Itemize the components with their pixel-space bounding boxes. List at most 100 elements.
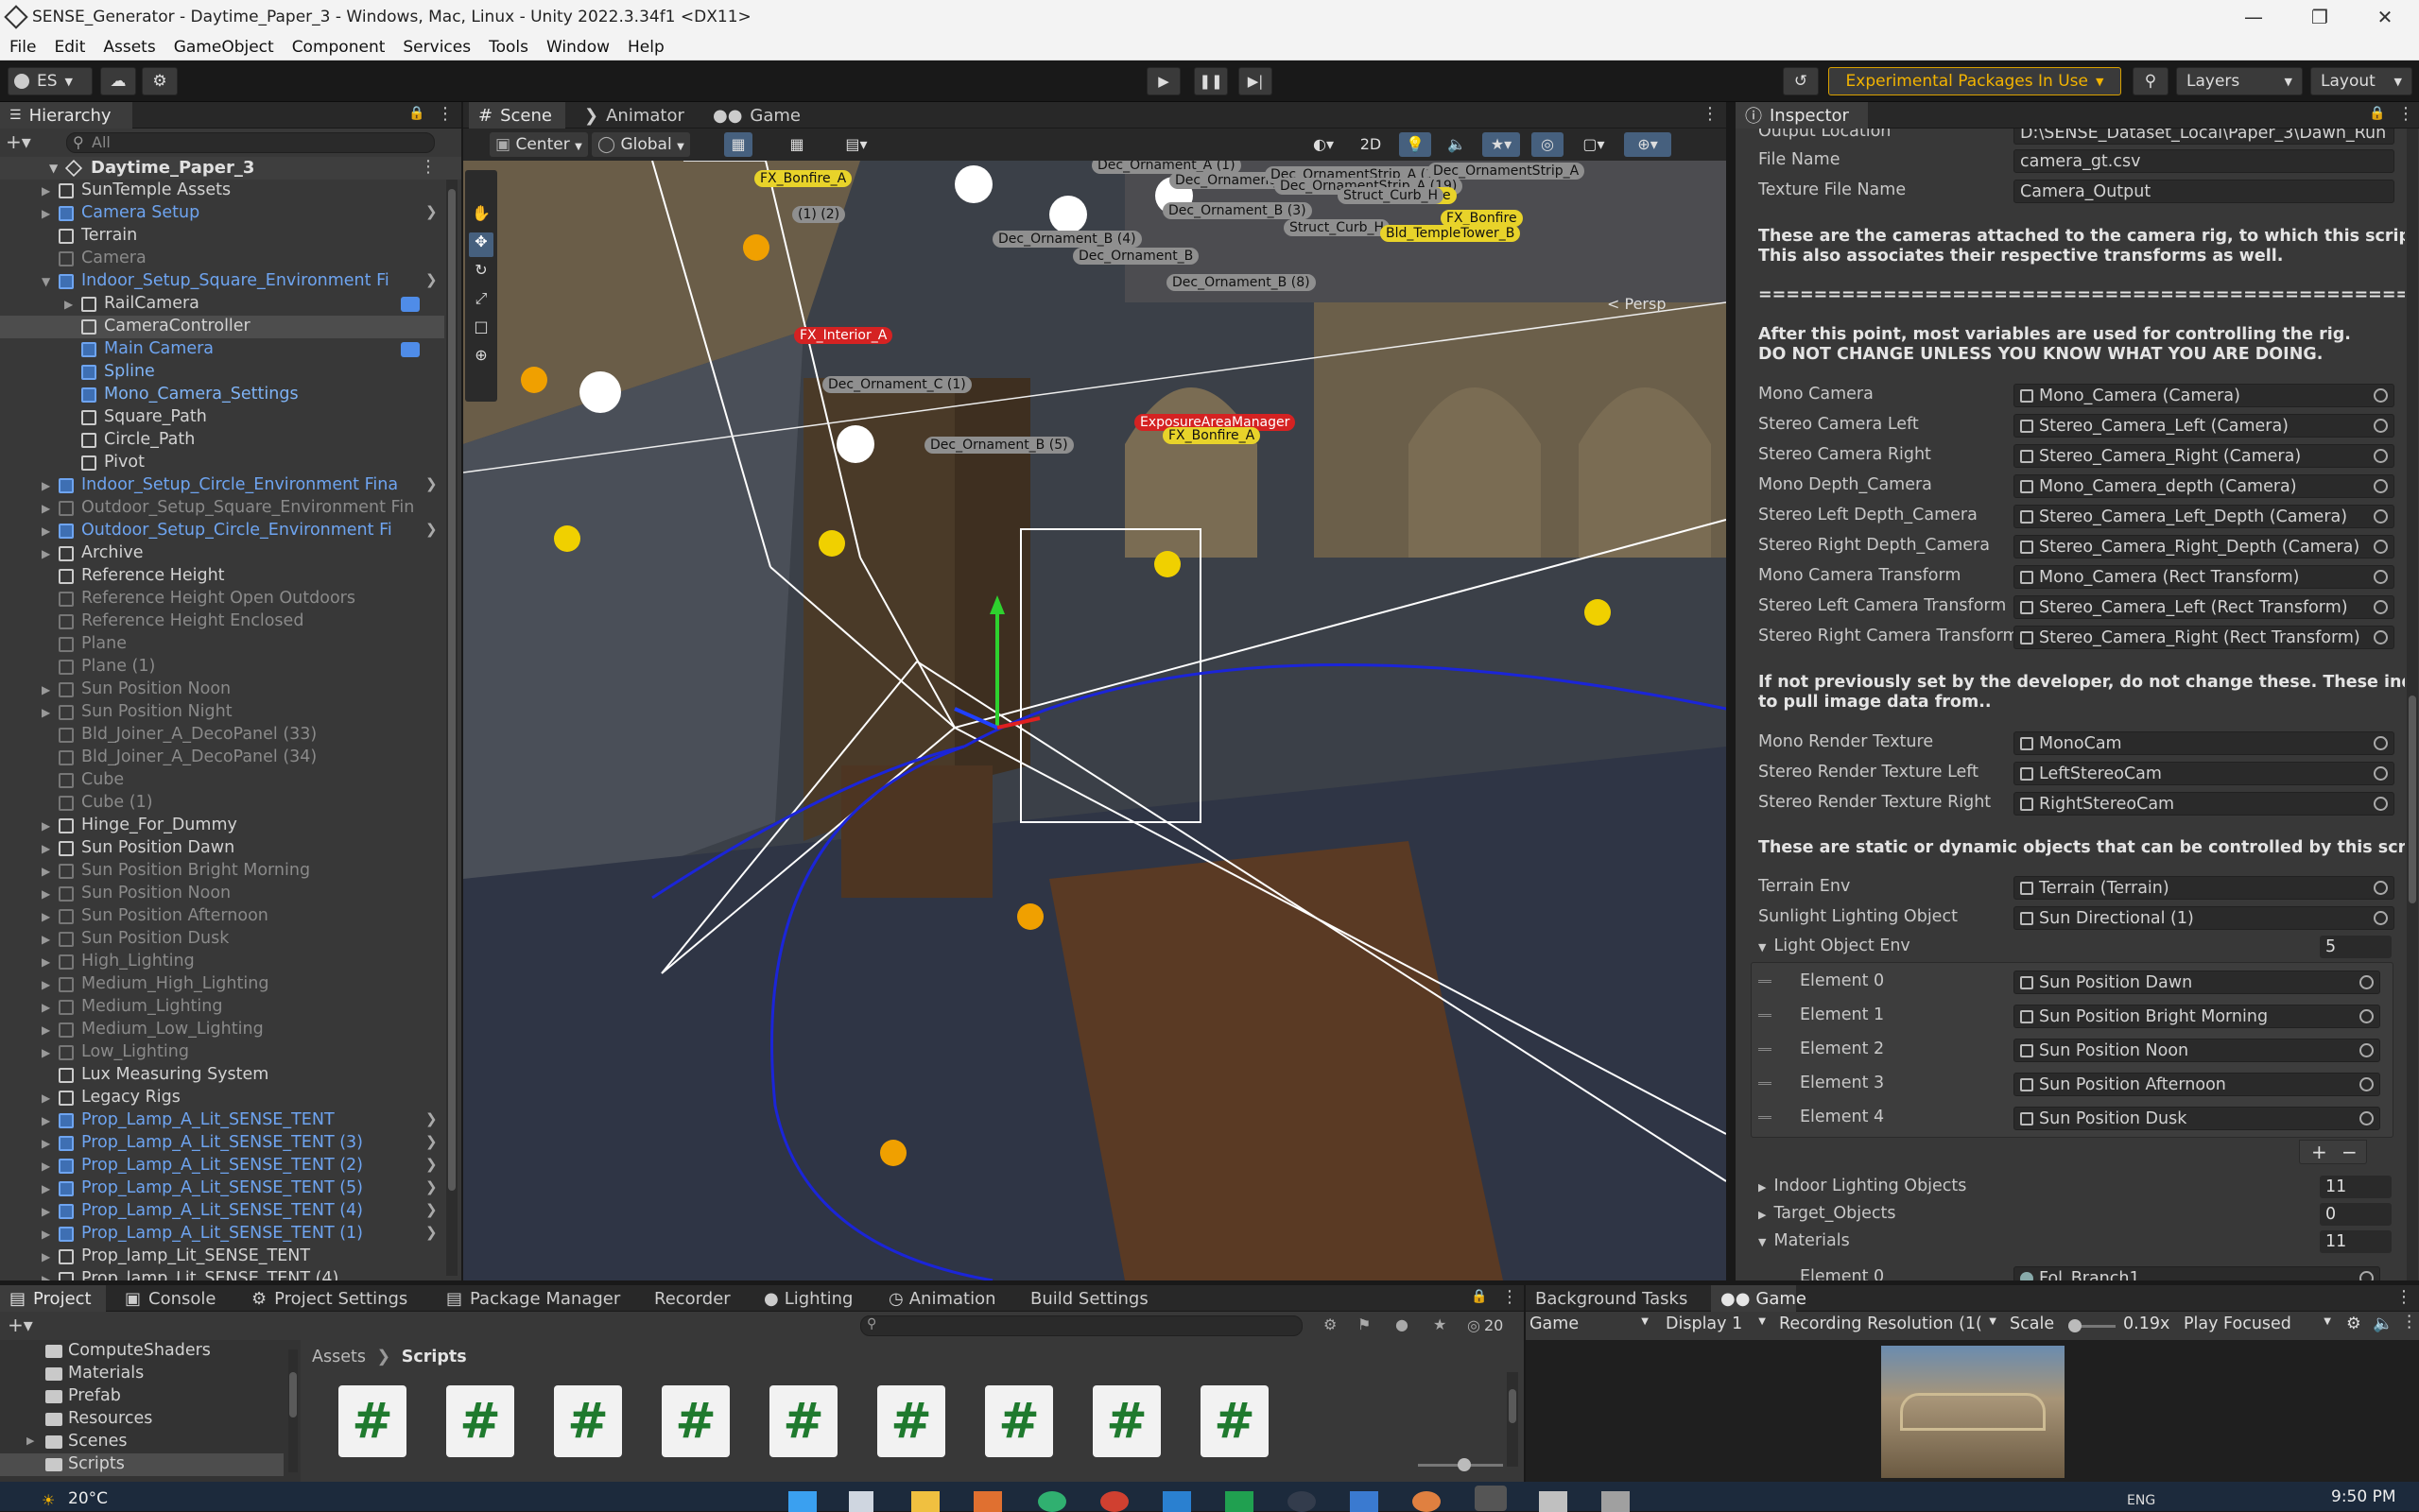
chevron-right-icon[interactable]: ❯ — [425, 521, 438, 538]
hierarchy-item[interactable]: ▶ Prop_Lamp_A_Lit_SENSE_TENT (3) ❯ — [0, 1132, 444, 1155]
arrow-right-icon[interactable]: ▶ — [42, 865, 50, 878]
inspector-scrollbar[interactable] — [2407, 129, 2418, 1280]
slider-thumb[interactable] — [2068, 1319, 2082, 1332]
arrow-right-icon[interactable]: ▶ — [42, 207, 50, 220]
hierarchy-item[interactable]: Plane — [0, 633, 444, 656]
hidden-count-icon[interactable]: ◎ 20 — [1467, 1316, 1503, 1334]
folder-tree-scrollbar[interactable] — [288, 1349, 298, 1472]
hierarchy-item[interactable]: ▶ Archive — [0, 542, 444, 565]
hierarchy-item[interactable]: ▶ Sun Position Night — [0, 701, 444, 724]
arrow-right-icon[interactable]: ▶ — [42, 1114, 50, 1127]
drag-handle-icon[interactable] — [1758, 1082, 1771, 1085]
chevron-right-icon[interactable]: ❯ — [425, 203, 438, 220]
grid-snap-button[interactable]: ▦ — [724, 132, 752, 157]
arrow-right-icon[interactable]: ▶ — [42, 1023, 50, 1037]
experimental-packages-button[interactable]: Experimental Packages In Use ▼ — [1828, 67, 2121, 95]
arrow-right-icon[interactable]: ▶ — [42, 502, 50, 515]
object-picker-icon[interactable] — [2374, 600, 2388, 614]
rotate-tool-icon[interactable]: ↻ — [469, 261, 493, 285]
menu-assets[interactable]: Assets — [103, 38, 155, 57]
menu-services[interactable]: Services — [403, 38, 471, 57]
scene-object-label[interactable]: FX_Bonfire_A — [754, 170, 853, 187]
gizmos-toggle-icon[interactable]: ⊕▾ — [1624, 132, 1671, 157]
csharp-script-icon[interactable]: # — [769, 1385, 838, 1457]
object-field[interactable]: Sun Position Noon — [2013, 1039, 2380, 1062]
object-field[interactable]: Stereo_Camera_Left (Rect Transform) — [2013, 595, 2394, 619]
arrow-down-icon[interactable]: ▼ — [42, 275, 50, 288]
minimize-button[interactable]: — — [2222, 0, 2285, 34]
favorite-star-icon[interactable]: ★ — [1433, 1315, 1446, 1333]
hierarchy-item[interactable]: Mono_Camera_Settings — [0, 384, 444, 406]
object-field[interactable]: Mono_Camera (Rect Transform) — [2013, 565, 2394, 589]
object-field[interactable]: Stereo_Camera_Left_Depth (Camera) — [2013, 505, 2394, 528]
menu-gameobject[interactable]: GameObject — [174, 38, 274, 57]
hierarchy-item[interactable]: Cube — [0, 769, 444, 792]
arrow-right-icon[interactable]: ▶ — [42, 479, 50, 492]
menu-tools[interactable]: Tools — [489, 38, 528, 57]
tab-console[interactable]: ▣ Console — [115, 1285, 227, 1312]
object-picker-icon[interactable] — [2374, 797, 2388, 811]
play-mode-dropdown[interactable]: Play Focused ▼ — [2184, 1314, 2335, 1337]
kebab-menu-icon[interactable]: ⋮ — [2397, 104, 2414, 124]
object-field[interactable]: Mono_Camera_depth (Camera) — [2013, 474, 2394, 498]
mute-audio-icon[interactable]: 🔈 — [2373, 1314, 2393, 1333]
persp-label[interactable]: < Persp — [1607, 295, 1666, 313]
arrow-right-icon[interactable]: ▶ — [42, 524, 50, 538]
tab-scene[interactable]: # Scene — [469, 102, 565, 129]
chevron-right-icon[interactable]: ❯ — [425, 1224, 438, 1241]
drag-handle-icon[interactable] — [1758, 1014, 1771, 1017]
object-picker-icon[interactable] — [2374, 736, 2388, 750]
scene-object-label[interactable]: Dec_Ornament_B — [1073, 248, 1200, 265]
object-field[interactable]: Sun Directional (1) — [2013, 906, 2394, 930]
menu-edit[interactable]: Edit — [54, 38, 85, 57]
array-size-field[interactable]: 0 — [2320, 1203, 2392, 1226]
system-clock[interactable]: 9:50 PM — [2331, 1487, 2396, 1506]
hierarchy-item[interactable]: ▶ Medium_Low_Lighting — [0, 1019, 444, 1041]
object-field[interactable]: Sun Position Bright Morning — [2013, 1005, 2380, 1028]
rect-tool-icon[interactable]: □ — [469, 318, 493, 342]
arrow-right-icon[interactable]: ▶ — [42, 1273, 50, 1280]
hierarchy-item[interactable]: ▶ Camera Setup ❯ — [0, 202, 444, 225]
scene-object-label[interactable]: Dec_OrnamentStrip_A — [1427, 163, 1585, 180]
scene-object-label[interactable]: Dec_Ornament_B (5) — [924, 437, 1074, 454]
object-picker-icon[interactable] — [2374, 419, 2388, 433]
scene-object-label[interactable]: Dec_Ornament_C (1) — [822, 376, 972, 393]
hierarchy-item[interactable]: ▶ Prop_Lamp_A_Lit_SENSE_TENT (1) ❯ — [0, 1223, 444, 1246]
scene-row[interactable]: ▼ Daytime_Paper_3 ⋮ — [0, 157, 461, 180]
hierarchy-item[interactable]: Camera — [0, 248, 444, 270]
arrow-right-icon[interactable]: ▶ — [42, 1001, 50, 1014]
account-dropdown[interactable]: ES ▼ — [8, 67, 93, 95]
hierarchy-item[interactable]: ▶ Prop_Lamp_A_Lit_SENSE_TENT (4) ❯ — [0, 1200, 444, 1223]
scale-slider[interactable] — [2068, 1319, 2116, 1332]
hierarchy-item[interactable]: ▼ Indoor_Setup_Square_Environment Fi ❯ — [0, 270, 444, 293]
folder-item[interactable]: ▶ Scenes — [0, 1431, 284, 1453]
csharp-script-icon[interactable]: # — [662, 1385, 730, 1457]
hierarchy-item[interactable]: Main Camera — [0, 338, 444, 361]
pause-button[interactable]: ❚❚ — [1194, 67, 1228, 95]
folder-item[interactable]: ComputeShaders — [0, 1340, 284, 1363]
kebab-menu-icon[interactable]: ⋮ — [2395, 1287, 2412, 1307]
arrow-right-icon[interactable]: ▶ — [42, 1137, 50, 1150]
hierarchy-item[interactable]: ▶ Medium_High_Lighting — [0, 973, 444, 996]
object-picker-icon[interactable] — [2359, 1009, 2374, 1023]
hierarchy-item[interactable]: Plane (1) — [0, 656, 444, 679]
object-field[interactable]: LeftStereoCam — [2013, 762, 2394, 785]
hierarchy-item[interactable]: ▶ Sun Position Dawn — [0, 837, 444, 860]
project-search-field[interactable]: ⚲ — [860, 1315, 1303, 1336]
csharp-script-icon[interactable]: # — [1093, 1385, 1161, 1457]
warning-filter-icon[interactable]: ● — [1395, 1315, 1408, 1333]
close-button[interactable]: ✕ — [2354, 0, 2416, 34]
tab-project[interactable]: ▤ Project — [0, 1285, 106, 1312]
folder-item[interactable]: Scripts — [0, 1453, 284, 1476]
csharp-script-icon[interactable]: # — [338, 1385, 406, 1457]
chevron-right-icon[interactable]: ❯ — [425, 1156, 438, 1173]
arrow-right-icon[interactable]: ▶ — [42, 1160, 50, 1173]
list-foldout[interactable]: ▼ Materials — [1758, 1231, 1850, 1250]
file-explorer-icon[interactable] — [911, 1491, 940, 1512]
object-picker-icon[interactable] — [2374, 766, 2388, 781]
lock-icon[interactable]: 🔒 — [2369, 106, 2385, 121]
breadcrumb-scripts[interactable]: Scripts — [402, 1348, 467, 1366]
scene-object-label[interactable]: FX_Bonfire_A — [1163, 427, 1261, 444]
step-button[interactable]: ▶| — [1238, 67, 1272, 95]
hidden-objects-icon[interactable]: ◎ — [1531, 132, 1564, 157]
